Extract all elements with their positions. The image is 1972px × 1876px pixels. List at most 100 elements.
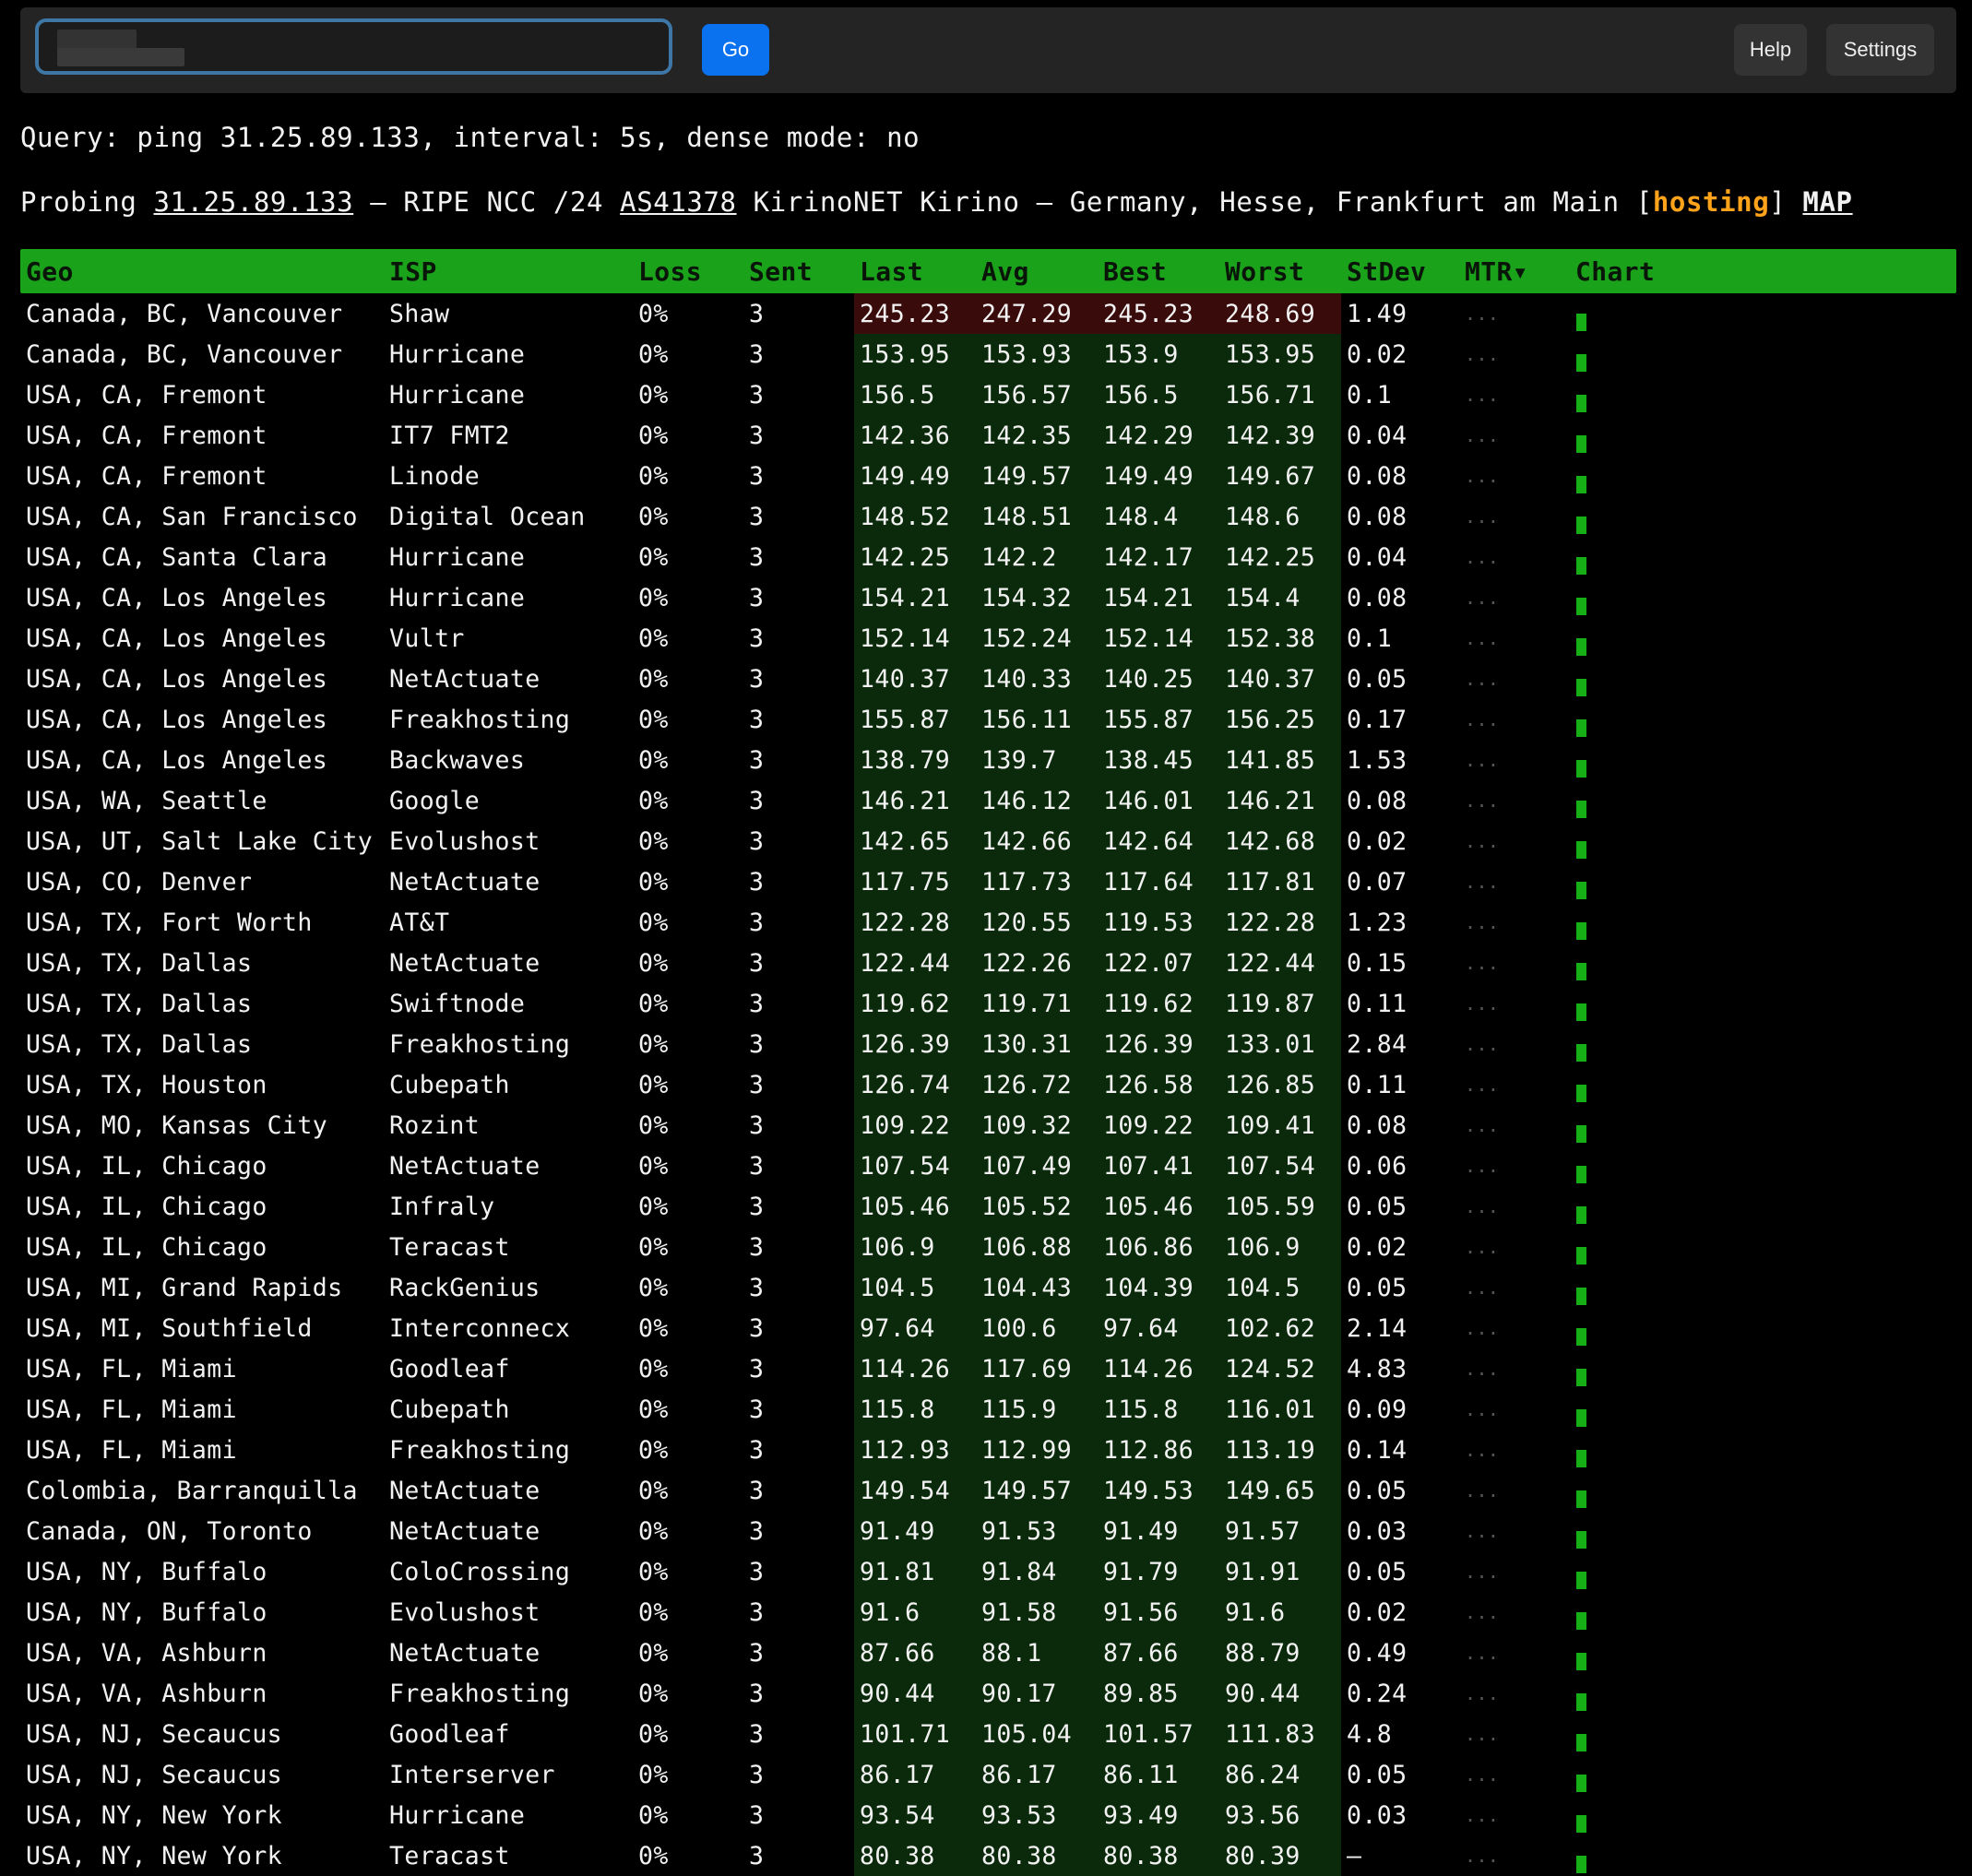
col-sent[interactable]: Sent — [749, 256, 813, 287]
cell-avg: 80.38 — [981, 1842, 1057, 1870]
mtr-button[interactable]: ... — [1465, 1276, 1499, 1299]
mtr-button[interactable]: ... — [1465, 1398, 1499, 1420]
mtr-button[interactable]: ... — [1465, 1520, 1499, 1542]
search-input[interactable] — [39, 22, 669, 71]
mtr-button[interactable]: ... — [1465, 790, 1499, 812]
table-row: USA, MI, Grand Rapids RackGenius 0% 3 104.5 1… — [20, 1267, 1956, 1308]
mtr-button[interactable]: ... — [1465, 343, 1499, 365]
mtr-button[interactable]: ... — [1465, 1114, 1499, 1136]
mtr-button[interactable]: ... — [1465, 1723, 1499, 1745]
cell-stdev: 0.05 — [1347, 1193, 1408, 1221]
cell-last: 91.81 — [860, 1558, 935, 1586]
mtr-button[interactable]: ... — [1465, 1763, 1499, 1786]
search-box[interactable] — [35, 18, 672, 75]
cell-sent: 3 — [749, 1233, 765, 1262]
cell-sent: 3 — [749, 584, 765, 612]
cell-best: 245.23 — [1103, 300, 1194, 328]
cell-sent: 3 — [749, 624, 765, 653]
mtr-button[interactable]: ... — [1465, 1804, 1499, 1826]
cell-last: 126.74 — [860, 1071, 951, 1099]
mtr-button[interactable]: ... — [1465, 668, 1499, 690]
mtr-button[interactable]: ... — [1465, 911, 1499, 933]
mtr-button[interactable]: ... — [1465, 1479, 1499, 1502]
cell-best: 154.21 — [1103, 584, 1194, 612]
mtr-button[interactable]: ... — [1465, 1195, 1499, 1217]
mtr-button[interactable]: ... — [1465, 384, 1499, 406]
mtr-button[interactable]: ... — [1465, 952, 1499, 974]
help-button[interactable]: Help — [1734, 24, 1807, 76]
cell-best: 119.53 — [1103, 908, 1194, 937]
cell-best: 115.8 — [1103, 1395, 1179, 1424]
col-worst[interactable]: Worst — [1225, 256, 1304, 287]
cell-sent: 3 — [749, 746, 765, 775]
cell-worst: 154.4 — [1225, 584, 1301, 612]
col-isp[interactable]: ISP — [389, 256, 437, 287]
mtr-button[interactable]: ... — [1465, 1561, 1499, 1583]
mtr-button[interactable]: ... — [1465, 708, 1499, 730]
mtr-button[interactable]: ... — [1465, 749, 1499, 771]
mtr-button[interactable]: ... — [1465, 1074, 1499, 1096]
cell-geo: USA, CA, Los Angeles — [26, 584, 328, 612]
col-stdev[interactable]: StDev — [1347, 256, 1426, 287]
col-last[interactable]: Last — [860, 256, 923, 287]
cell-avg: 156.11 — [981, 706, 1073, 734]
col-best[interactable]: Best — [1103, 256, 1167, 287]
cell-isp: Cubepath — [389, 1071, 510, 1099]
mtr-button[interactable]: ... — [1465, 303, 1499, 325]
toolbar: Go Help Settings — [20, 7, 1956, 93]
mtr-button[interactable]: ... — [1465, 871, 1499, 893]
cell-geo: USA, TX, Fort Worth — [26, 908, 313, 937]
mtr-button[interactable]: ... — [1465, 546, 1499, 568]
probe-prefix: Probing — [20, 186, 154, 218]
col-loss[interactable]: Loss — [638, 256, 702, 287]
map-link[interactable]: MAP — [1802, 186, 1852, 218]
col-mtr[interactable]: MTR▾ — [1465, 256, 1528, 287]
mtr-button[interactable]: ... — [1465, 1236, 1499, 1258]
cell-stdev: 0.06 — [1347, 1152, 1408, 1181]
mtr-button[interactable]: ... — [1465, 1155, 1499, 1177]
mtr-button[interactable]: ... — [1465, 1845, 1499, 1867]
cell-worst: 88.79 — [1225, 1639, 1301, 1668]
cell-isp: Interserver — [389, 1761, 555, 1789]
mtr-button[interactable]: ... — [1465, 424, 1499, 446]
mtr-button[interactable]: ... — [1465, 1682, 1499, 1704]
mtr-button[interactable]: ... — [1465, 1033, 1499, 1055]
mtr-button[interactable]: ... — [1465, 505, 1499, 528]
mtr-button[interactable]: ... — [1465, 1317, 1499, 1339]
cell-best: 106.86 — [1103, 1233, 1194, 1262]
cell-stdev: 0.49 — [1347, 1639, 1408, 1668]
cell-loss: 0% — [638, 1761, 669, 1789]
cell-isp: NetActuate — [389, 1152, 541, 1181]
table-row: USA, IL, Chicago NetActuate 0% 3 107.54 107.4… — [20, 1146, 1956, 1186]
cell-loss: 0% — [638, 1436, 669, 1465]
mtr-button[interactable]: ... — [1465, 465, 1499, 487]
cell-avg: 107.49 — [981, 1152, 1073, 1181]
mtr-button[interactable]: ... — [1465, 627, 1499, 649]
table-row: Canada, BC, Vancouver Hurricane 0% 3 153.95 1… — [20, 334, 1956, 374]
cell-avg: 153.93 — [981, 340, 1073, 369]
col-chart[interactable]: Chart — [1575, 256, 1655, 287]
cell-loss: 0% — [638, 706, 669, 734]
mtr-button[interactable]: ... — [1465, 1642, 1499, 1664]
col-geo[interactable]: Geo — [26, 256, 74, 287]
cell-avg: 152.24 — [981, 624, 1073, 653]
mtr-button[interactable]: ... — [1465, 1358, 1499, 1380]
cell-avg: 100.6 — [981, 1314, 1057, 1343]
table-row: USA, TX, Houston Cubepath 0% 3 126.74 126.72 1… — [20, 1064, 1956, 1105]
mtr-button[interactable]: ... — [1465, 1601, 1499, 1623]
cell-sent: 3 — [749, 1639, 765, 1668]
settings-button[interactable]: Settings — [1826, 24, 1934, 76]
col-avg[interactable]: Avg — [981, 256, 1029, 287]
chart-bar — [1576, 1450, 1586, 1467]
asn-link[interactable]: AS41378 — [620, 186, 736, 218]
cell-worst: 133.01 — [1225, 1030, 1316, 1059]
cell-avg: 91.58 — [981, 1598, 1057, 1627]
mtr-button[interactable]: ... — [1465, 1439, 1499, 1461]
ip-link[interactable]: 31.25.89.133 — [153, 186, 353, 218]
go-button[interactable]: Go — [702, 24, 769, 76]
mtr-button[interactable]: ... — [1465, 830, 1499, 852]
mtr-button[interactable]: ... — [1465, 587, 1499, 609]
mtr-button[interactable]: ... — [1465, 992, 1499, 1015]
cell-last: 155.87 — [860, 706, 951, 734]
cell-best: 112.86 — [1103, 1436, 1194, 1465]
